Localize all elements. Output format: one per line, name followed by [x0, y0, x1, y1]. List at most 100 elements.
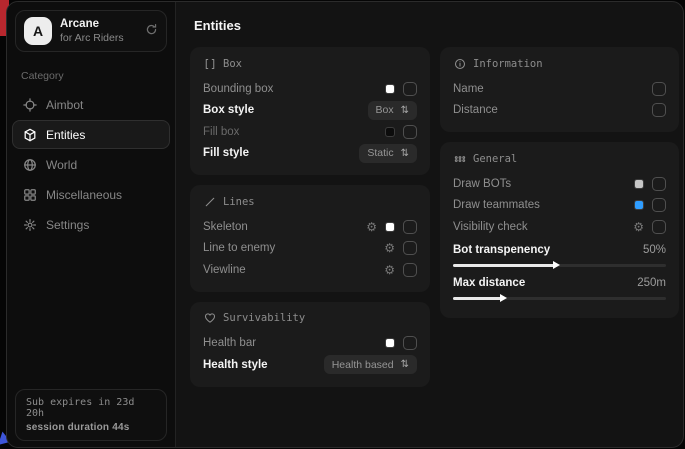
sidebar-item-entities[interactable]: Entities: [12, 120, 170, 149]
health-style-dropdown[interactable]: Health based ⇅: [324, 355, 417, 374]
gear-icon[interactable]: ⚙: [633, 221, 644, 233]
card-survivability-header: Survivability: [203, 312, 417, 325]
gear-icon[interactable]: ⚙: [366, 221, 377, 233]
slider-value: 50%: [643, 244, 666, 256]
sidebar-item-world[interactable]: World: [12, 150, 170, 179]
sidebar-item-label: Miscellaneous: [46, 188, 122, 202]
page-title: Entities: [194, 18, 679, 33]
box-style-dropdown[interactable]: Box ⇅: [368, 101, 417, 120]
desktop: A Arcane for Arc Riders Category: [0, 0, 685, 449]
setting-row-bounding-box: Bounding box: [203, 78, 417, 100]
info-icon: [453, 57, 466, 70]
card-survivability: Survivability Health bar Health style: [190, 302, 430, 387]
checkbox[interactable]: [652, 177, 666, 191]
card-information: Information Name Distance: [440, 47, 679, 132]
color-swatch[interactable]: [385, 338, 395, 348]
checkbox[interactable]: [652, 103, 666, 117]
sidebar-item-label: Entities: [46, 128, 85, 142]
card-title: Lines: [223, 196, 255, 208]
max-distance-slider[interactable]: [453, 297, 666, 300]
setting-row-fill-box: Fill box: [203, 121, 417, 143]
setting-label: Health style: [203, 359, 268, 371]
setting-label: Bounding box: [203, 83, 273, 95]
setting-label: Line to enemy: [203, 242, 275, 254]
sidebar-item-label: Aimbot: [46, 98, 83, 112]
sidebar-item-miscellaneous[interactable]: Miscellaneous: [12, 180, 170, 209]
setting-row-box-style: Box style Box ⇅: [203, 100, 417, 122]
checkbox[interactable]: [652, 198, 666, 212]
sidebar-item-label: World: [46, 158, 77, 172]
setting-label: Draw teammates: [453, 199, 540, 211]
card-box-header: Box: [203, 57, 417, 70]
gear-icon[interactable]: ⚙: [384, 264, 395, 276]
checkbox[interactable]: [403, 336, 417, 350]
setting-row-skeleton: Skeleton ⚙: [203, 216, 417, 238]
setting-label: Name: [453, 83, 484, 95]
color-swatch[interactable]: [385, 127, 395, 137]
slider-thumb[interactable]: [500, 294, 507, 302]
sort-arrows-icon: ⇅: [401, 359, 409, 370]
card-box: Box Bounding box Box style: [190, 47, 430, 175]
card-title: General: [473, 153, 517, 165]
card-general-header: General: [453, 152, 666, 165]
sub-expiry-text: Sub expires in 23d 20h: [26, 397, 156, 419]
setting-label: Draw BOTs: [453, 178, 511, 190]
checkbox[interactable]: [652, 220, 666, 234]
slider-row-max-distance: Max distance 250m: [453, 274, 666, 300]
gear-icon: [22, 217, 37, 232]
dropdown-value: Static: [367, 147, 393, 159]
sort-arrows-icon: ⇅: [401, 148, 409, 159]
gear-icon[interactable]: ⚙: [384, 242, 395, 254]
card-lines: Lines Skeleton ⚙ Line to enemy: [190, 185, 430, 292]
color-swatch[interactable]: [385, 222, 395, 232]
category-label: Category: [21, 70, 175, 82]
setting-label: Visibility check: [453, 221, 528, 233]
setting-row-line-to-enemy: Line to enemy ⚙: [203, 238, 417, 260]
sidebar-item-settings[interactable]: Settings: [12, 210, 170, 239]
color-swatch[interactable]: [385, 84, 395, 94]
slider-fill: [453, 264, 555, 267]
entities-icon: [22, 127, 37, 142]
slider-thumb[interactable]: [553, 261, 560, 269]
dropdown-value: Health based: [332, 359, 394, 371]
sidebar-nav: Aimbot Entities World: [7, 86, 175, 243]
checkbox[interactable]: [403, 241, 417, 255]
fill-style-dropdown[interactable]: Static ⇅: [359, 144, 417, 163]
checkbox[interactable]: [403, 220, 417, 234]
slider-value: 250m: [637, 277, 666, 289]
dropdown-value: Box: [376, 104, 394, 116]
main-panel: Entities Box Bounding box: [176, 2, 684, 447]
session-duration-text: session duration 44s: [26, 422, 156, 433]
setting-row-fill-style: Fill style Static ⇅: [203, 143, 417, 165]
cheat-menu-window: A Arcane for Arc Riders Category: [6, 1, 684, 448]
checkbox[interactable]: [403, 263, 417, 277]
brand-text: Arcane for Arc Riders: [60, 17, 137, 45]
subscription-info: Sub expires in 23d 20h session duration …: [15, 389, 167, 441]
brand-card: A Arcane for Arc Riders: [15, 10, 167, 52]
setting-row-draw-bots: Draw BOTs: [453, 173, 666, 195]
card-general: General Draw BOTs Draw teammates: [440, 142, 679, 318]
color-swatch[interactable]: [634, 200, 644, 210]
slider-label: Max distance: [453, 277, 525, 289]
sort-arrows-icon: ⇅: [401, 105, 409, 116]
setting-label: Health bar: [203, 337, 256, 349]
checkbox[interactable]: [652, 82, 666, 96]
sidebar: A Arcane for Arc Riders Category: [7, 2, 176, 447]
setting-label: Box style: [203, 104, 254, 116]
slider-fill: [453, 297, 502, 300]
checkbox[interactable]: [403, 82, 417, 96]
sidebar-item-label: Settings: [46, 218, 89, 232]
setting-row-health-style: Health style Health based ⇅: [203, 354, 417, 376]
globe-icon: [22, 157, 37, 172]
sync-icon[interactable]: [145, 23, 158, 39]
bot-transparency-slider[interactable]: [453, 264, 666, 267]
setting-row-distance: Distance: [453, 100, 666, 122]
checkbox[interactable]: [403, 125, 417, 139]
card-title: Survivability: [223, 312, 305, 324]
color-swatch[interactable]: [634, 179, 644, 189]
setting-label: Distance: [453, 104, 498, 116]
sidebar-item-aimbot[interactable]: Aimbot: [12, 90, 170, 119]
app-name: Arcane: [60, 17, 137, 31]
slider-row-bot-transparency: Bot transpenency 50%: [453, 241, 666, 267]
setting-label: Skeleton: [203, 221, 248, 233]
